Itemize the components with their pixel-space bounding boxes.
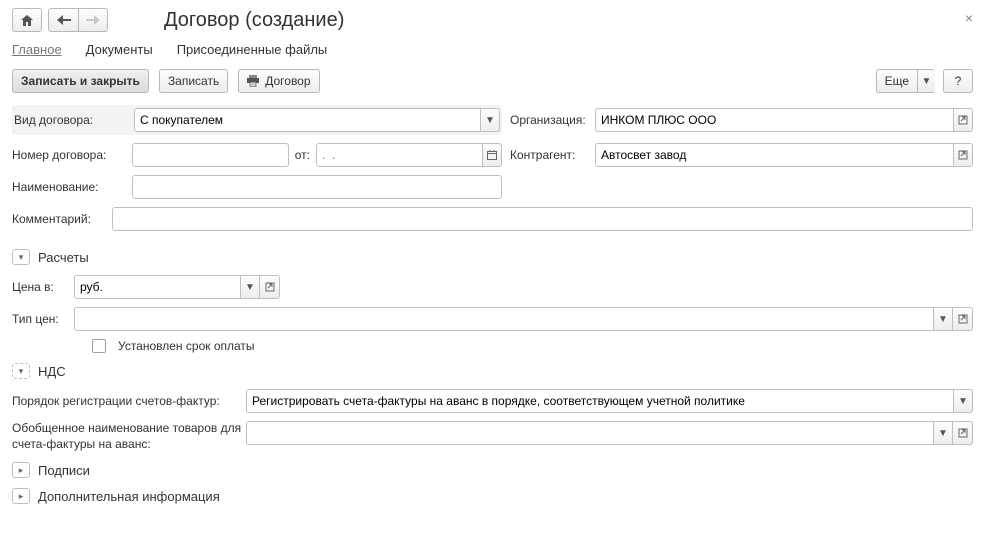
more-button[interactable]: Еще bbox=[876, 69, 917, 93]
date-input[interactable] bbox=[316, 143, 482, 167]
chevron-down-icon: ▼ bbox=[938, 314, 948, 325]
print-contract-label: Договор bbox=[265, 74, 310, 88]
open-icon bbox=[958, 428, 968, 438]
label-payment-term-set: Установлен срок оплаты bbox=[118, 339, 255, 353]
label-contract-number: Номер договора: bbox=[12, 148, 132, 162]
home-icon bbox=[20, 14, 34, 27]
close-button[interactable]: × bbox=[965, 10, 973, 26]
save-button[interactable]: Записать bbox=[159, 69, 228, 93]
collapser-settlements[interactable]: ▾ bbox=[12, 249, 30, 265]
chevron-down-icon: ▾ bbox=[19, 252, 24, 263]
contract-type-input[interactable] bbox=[134, 108, 480, 132]
label-invoice-order: Порядок регистрации счетов-фактур: bbox=[12, 394, 246, 408]
open-icon bbox=[958, 150, 968, 160]
forward-button[interactable] bbox=[78, 8, 108, 32]
chevron-down-icon: ▼ bbox=[922, 76, 932, 87]
contract-number-input[interactable] bbox=[132, 143, 289, 167]
chevron-down-icon: ▼ bbox=[245, 282, 255, 293]
collapser-vat[interactable]: ▾ bbox=[12, 363, 30, 379]
more-caret[interactable]: ▼ bbox=[917, 69, 935, 93]
price-type-input[interactable] bbox=[74, 307, 933, 331]
payment-term-checkbox[interactable] bbox=[92, 339, 106, 353]
currency-input[interactable] bbox=[74, 275, 240, 299]
tab-main[interactable]: Главное bbox=[12, 42, 62, 57]
label-organization: Организация: bbox=[510, 113, 595, 127]
close-icon: × bbox=[965, 10, 973, 26]
currency-open[interactable] bbox=[260, 275, 280, 299]
open-icon bbox=[958, 314, 968, 324]
home-button[interactable] bbox=[12, 8, 42, 32]
label-generic-goods: Обобщенное наименование товаров для счет… bbox=[12, 421, 246, 452]
label-price-type: Тип цен: bbox=[12, 312, 74, 326]
generic-goods-dropdown[interactable]: ▼ bbox=[933, 421, 953, 445]
chevron-down-icon: ▾ bbox=[19, 366, 24, 377]
counterparty-open[interactable] bbox=[953, 143, 973, 167]
label-name: Наименование: bbox=[12, 180, 132, 194]
chevron-down-icon: ▼ bbox=[485, 115, 495, 126]
collapser-signatures[interactable]: ▸ bbox=[12, 462, 30, 478]
print-contract-button[interactable]: Договор bbox=[238, 69, 319, 93]
price-type-dropdown[interactable]: ▼ bbox=[933, 307, 953, 331]
organization-input[interactable] bbox=[595, 108, 953, 132]
help-label: ? bbox=[955, 74, 962, 88]
label-contract-type: Вид договора: bbox=[14, 113, 134, 127]
section-extra: Дополнительная информация bbox=[38, 489, 220, 504]
arrow-left-icon bbox=[57, 15, 71, 25]
tab-attached-files[interactable]: Присоединенные файлы bbox=[177, 42, 328, 57]
tab-documents[interactable]: Документы bbox=[86, 42, 153, 57]
help-button[interactable]: ? bbox=[943, 69, 973, 93]
save-label: Записать bbox=[168, 74, 219, 88]
generic-goods-open[interactable] bbox=[953, 421, 973, 445]
invoice-order-input[interactable] bbox=[246, 389, 953, 413]
arrow-right-icon bbox=[86, 15, 100, 25]
chevron-down-icon: ▼ bbox=[938, 428, 948, 439]
section-settlements: Расчеты bbox=[38, 250, 89, 265]
invoice-order-dropdown[interactable]: ▼ bbox=[953, 389, 973, 413]
section-signatures: Подписи bbox=[38, 463, 90, 478]
chevron-right-icon: ▸ bbox=[19, 491, 24, 502]
more-label: Еще bbox=[885, 74, 909, 88]
save-and-close-label: Записать и закрыть bbox=[21, 74, 140, 88]
chevron-right-icon: ▸ bbox=[19, 465, 24, 476]
name-input[interactable] bbox=[132, 175, 502, 199]
back-button[interactable] bbox=[48, 8, 78, 32]
more-dropdown[interactable]: Еще ▼ bbox=[876, 69, 935, 93]
open-icon bbox=[958, 115, 968, 125]
save-and-close-button[interactable]: Записать и закрыть bbox=[12, 69, 149, 93]
page-title: Договор (создание) bbox=[164, 9, 344, 32]
label-from: от: bbox=[295, 148, 310, 162]
printer-icon bbox=[247, 75, 259, 87]
contract-type-dropdown[interactable]: ▼ bbox=[480, 108, 500, 132]
price-type-open[interactable] bbox=[953, 307, 973, 331]
generic-goods-input[interactable] bbox=[246, 421, 933, 445]
label-comment: Комментарий: bbox=[12, 212, 112, 226]
organization-open[interactable] bbox=[953, 108, 973, 132]
currency-dropdown[interactable]: ▼ bbox=[240, 275, 260, 299]
calendar-icon bbox=[487, 150, 497, 160]
comment-input[interactable] bbox=[112, 207, 973, 231]
collapser-extra[interactable]: ▸ bbox=[12, 488, 30, 504]
chevron-down-icon: ▼ bbox=[958, 396, 968, 407]
date-picker-button[interactable] bbox=[482, 143, 502, 167]
label-counterparty: Контрагент: bbox=[510, 148, 595, 162]
open-icon bbox=[265, 282, 275, 292]
counterparty-input[interactable] bbox=[595, 143, 953, 167]
label-price-in: Цена в: bbox=[12, 280, 74, 294]
section-vat: НДС bbox=[38, 364, 66, 379]
